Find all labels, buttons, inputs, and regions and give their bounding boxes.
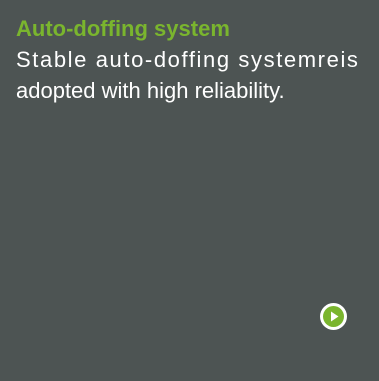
feature-description: Stable auto-doffing systemreis adopted w… bbox=[16, 44, 379, 106]
feature-title: Auto-doffing system bbox=[16, 16, 230, 41]
feature-panel: Auto-doffing system Stable auto-doffing … bbox=[0, 0, 379, 381]
feature-description-line-1: Stable auto-doffing systemreis bbox=[16, 47, 360, 72]
play-button[interactable] bbox=[320, 303, 347, 330]
feature-description-line-2: adopted with high reliability. bbox=[16, 78, 285, 103]
play-circle-icon bbox=[323, 306, 344, 327]
